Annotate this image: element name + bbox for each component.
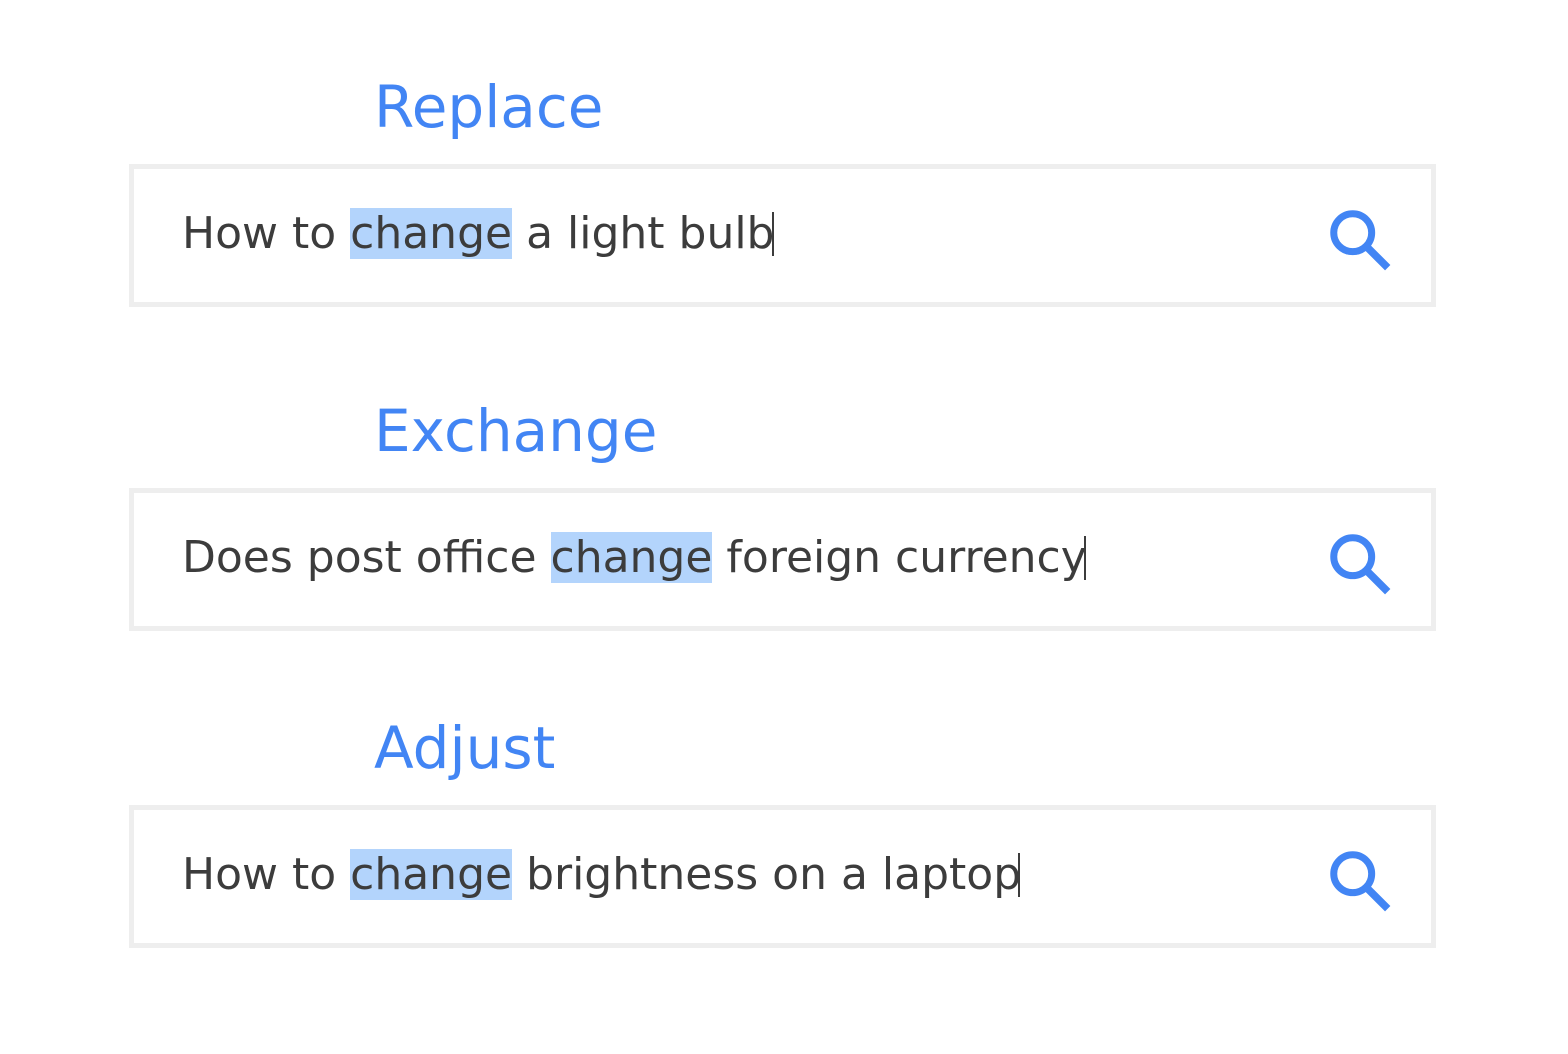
query-text-after: foreign currency	[712, 532, 1087, 583]
section-heading-adjust: Adjust	[374, 714, 556, 782]
highlighted-word: change	[350, 849, 513, 900]
query-text-after: brightness on a laptop	[512, 849, 1022, 900]
search-icon[interactable]	[1325, 846, 1395, 916]
search-icon[interactable]	[1325, 205, 1395, 275]
search-input[interactable]: Does post office change foreign currency	[182, 529, 1087, 587]
query-text-after: a light bulb	[512, 208, 775, 259]
search-box-exchange[interactable]: Does post office change foreign currency	[129, 488, 1436, 631]
text-caret	[771, 212, 774, 256]
search-input[interactable]: How to change a light bulb	[182, 205, 775, 263]
search-input[interactable]: How to change brightness on a laptop	[182, 846, 1022, 904]
highlighted-word: change	[350, 208, 513, 259]
query-text-before: How to	[182, 849, 351, 900]
search-icon[interactable]	[1325, 529, 1395, 599]
text-caret	[1018, 853, 1021, 897]
highlighted-word: change	[550, 532, 713, 583]
search-box-replace[interactable]: How to change a light bulb	[129, 164, 1436, 307]
text-caret	[1083, 536, 1086, 580]
section-heading-exchange: Exchange	[374, 397, 658, 465]
section-heading-replace: Replace	[374, 73, 604, 141]
query-text-before: Does post office	[182, 532, 551, 583]
search-box-adjust[interactable]: How to change brightness on a laptop	[129, 805, 1436, 948]
query-text-before: How to	[182, 208, 351, 259]
